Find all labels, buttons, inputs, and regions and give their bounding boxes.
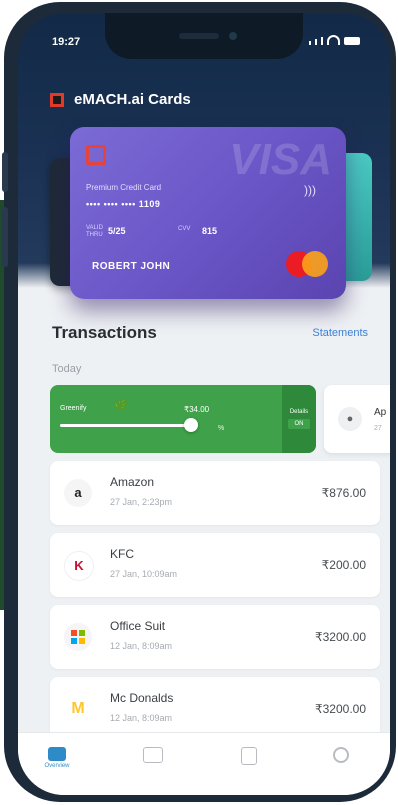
mastercard-icon [286, 251, 330, 277]
transfer-icon [143, 747, 163, 763]
transaction-name: KFC [110, 547, 134, 561]
card-overview-icon [48, 747, 66, 761]
mcdonalds-icon: M [64, 695, 92, 723]
tab-overview-label: Overview [44, 763, 70, 769]
app-screen: 19:27 eMACH.ai Cards VISA Premium Credit… [18, 13, 390, 795]
phone-frame: 19:27 eMACH.ai Cards VISA Premium Credit… [2, 2, 396, 802]
apple-icon: ● [338, 407, 362, 431]
cvv-label: CVV [178, 226, 191, 232]
status-time: 19:27 [52, 36, 81, 48]
credit-card[interactable]: VISA Premium Credit Card ))) •••• •••• •… [70, 127, 346, 299]
app-title: eMACH.ai Cards [74, 91, 191, 108]
transaction-name: Office Suit [110, 619, 166, 633]
status-icons [309, 35, 360, 45]
card-brand-icon [86, 145, 106, 165]
transaction-amount: ₹200.00 [321, 558, 366, 572]
card-network-watermark: VISA [229, 135, 332, 184]
peek-name: Ap [374, 407, 387, 418]
microsoft-icon [64, 623, 92, 651]
brand-logo-icon [50, 92, 64, 107]
valid-thru-label: VALID THRU [86, 225, 103, 238]
transaction-name: Amazon [110, 475, 155, 489]
greenify-slider-thumb[interactable] [184, 418, 198, 432]
bottom-tab-bar: Overview [18, 732, 390, 795]
kfc-icon: K [64, 551, 94, 581]
leaf-icon: 🌿 [114, 400, 128, 412]
transaction-date: 27 Jan, 10:09am [110, 569, 178, 579]
transaction-name: Mc Donalds [110, 691, 174, 705]
date-group-label: Today [52, 363, 82, 375]
card-cvv: 815 [202, 226, 218, 236]
tab-transfer[interactable] [130, 747, 176, 763]
tab-rewards[interactable] [226, 747, 272, 765]
greenify-slider-track[interactable] [60, 424, 190, 427]
greenify-amount: ₹34.00 [184, 405, 210, 414]
card-type: Premium Credit Card [86, 183, 162, 192]
signal-icon [309, 41, 311, 45]
statements-link[interactable]: Statements [312, 327, 368, 339]
greenify-card[interactable]: Greenify 🌿 ₹34.00 % Details ON [50, 385, 316, 453]
contactless-icon: ))) [304, 183, 316, 197]
volume-button [2, 207, 8, 267]
app-header: eMACH.ai Cards [50, 91, 191, 108]
notch [105, 13, 303, 59]
peek-date: 27 [374, 425, 382, 432]
amazon-icon: a [64, 479, 92, 507]
transaction-row[interactable]: a Amazon 27 Jan, 2:23pm ₹876.00 [50, 461, 380, 525]
transaction-row[interactable]: Office Suit 12 Jan, 8:09am ₹3200.00 [50, 605, 380, 669]
battery-icon [344, 37, 360, 45]
details-toggle[interactable]: ON [288, 419, 310, 429]
transaction-amount: ₹3200.00 [314, 630, 366, 644]
details-label: Details [289, 409, 309, 415]
transactions-title: Transactions [52, 323, 157, 342]
wifi-icon [327, 35, 340, 45]
gift-icon [241, 747, 257, 765]
card-number: •••• •••• •••• 1109 [86, 199, 161, 209]
gear-icon [333, 747, 349, 763]
side-button [2, 152, 8, 192]
tab-overview[interactable]: Overview [34, 747, 80, 769]
transaction-date: 12 Jan, 8:09am [110, 713, 173, 723]
transaction-row[interactable]: K KFC 27 Jan, 10:09am ₹200.00 [50, 533, 380, 597]
greenify-percent: % [218, 425, 225, 432]
greenify-label: Greenify [60, 405, 87, 412]
greenify-details[interactable]: Details ON [282, 385, 316, 453]
card-holder: ROBERT JOHN [92, 261, 171, 272]
transaction-date: 27 Jan, 2:23pm [110, 497, 173, 507]
transaction-amount: ₹876.00 [321, 486, 366, 500]
card-valid: 5/25 [108, 226, 126, 236]
transaction-amount: ₹3200.00 [314, 702, 366, 716]
tab-settings[interactable] [318, 747, 364, 763]
transaction-date: 12 Jan, 8:09am [110, 641, 173, 651]
apple-transaction-peek[interactable]: ● Ap 27 [324, 385, 390, 453]
